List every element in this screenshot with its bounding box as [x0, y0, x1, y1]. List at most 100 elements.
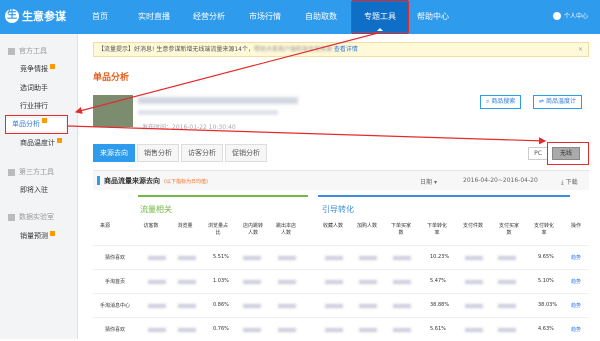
section-title-text: 商品流量来源去向: [104, 177, 160, 185]
lab-icon: [8, 213, 15, 221]
section-marker: [97, 176, 100, 185]
nav-realtime[interactable]: 实时直播: [138, 0, 170, 34]
pc-toggle[interactable]: PC: [528, 147, 548, 160]
row-pv-share: 0.76%: [213, 326, 229, 332]
table-row: 手淘首页 1.03% 5.47% 5.10% 趋势: [93, 269, 589, 293]
blurred-value: [278, 280, 296, 284]
logo[interactable]: 生 生意参谋: [5, 8, 66, 24]
sidebar-item-forecast[interactable]: 销量预测: [20, 231, 55, 241]
analysis-tabs: 来源去向 销售分析 访客分析 促销分析: [93, 144, 269, 162]
annotation-box-sidebar: [5, 115, 68, 134]
publish-time: 发布时间：2016-01-22 10:30:40: [142, 124, 236, 131]
blurred-value: [178, 304, 196, 308]
new-badge-icon: [57, 138, 62, 143]
trend-link[interactable]: 趋势: [571, 278, 581, 285]
close-icon[interactable]: ×: [578, 43, 583, 56]
sidebar-item-coming[interactable]: 即将入驻: [20, 185, 48, 195]
download-icon: ⤓: [561, 179, 564, 186]
col-header-order-rate[interactable]: 下单转化率: [425, 223, 449, 237]
col-header-pay-items[interactable]: 支付件数: [462, 223, 484, 230]
blurred-value: [278, 256, 296, 260]
row-order-rate: 5.47%: [430, 278, 446, 284]
col-header-visitors[interactable]: 访客数: [140, 223, 162, 230]
group-label-conversion: 引导转化: [322, 205, 354, 214]
row-pay-rate: 5.10%: [538, 278, 554, 284]
top-nav: 生 生意参谋 首页 实时直播 经营分析 市场行情 自助取数 专题工具 帮助中心 …: [0, 0, 600, 34]
group-label-traffic: 流量相关: [140, 205, 172, 214]
blurred-value: [465, 304, 483, 308]
section-title: 商品流量来源去向 (以下指标为日均值): [104, 176, 208, 186]
plugin-icon: [8, 168, 15, 176]
sidebar-item-ranking[interactable]: 行业排行: [20, 101, 48, 111]
blurred-value: [498, 256, 516, 260]
blurred-value: [178, 256, 196, 260]
tab-promotion[interactable]: 促销分析: [225, 144, 267, 162]
date-range[interactable]: 2016-04-20~2016-04-20: [463, 177, 538, 184]
trend-link[interactable]: 趋势: [571, 326, 581, 333]
nav-business-analysis[interactable]: 经营分析: [193, 0, 225, 34]
sidebar-item-keyword[interactable]: 选词助手: [20, 83, 48, 93]
button-label: 商品温度计: [545, 98, 576, 105]
sidebar-group-lab: 数据实验室: [8, 212, 54, 222]
user-menu[interactable]: 个人中心: [552, 11, 588, 20]
download-button[interactable]: ⤓ 下载: [561, 177, 578, 187]
logo-icon: 生: [5, 9, 19, 23]
blurred-value: [359, 256, 377, 260]
flow-section-header: 商品流量来源去向 (以下指标为日均值) 日期 ▾ 2016-04-20~2016-…: [93, 170, 589, 190]
blurred-value: [325, 328, 343, 332]
col-header-action: 操作: [570, 223, 581, 229]
col-header-order-buyers[interactable]: 下单买家数: [390, 223, 412, 237]
product-title-blurred: [138, 97, 298, 104]
notice-bar: 【流量提示】好消息! 生意参谋新增无线端流量来源14个，帮助大家商户端和淘宝宝来…: [93, 42, 589, 57]
col-header-pay-buyers[interactable]: 支付买家数: [498, 223, 520, 237]
col-header-bounce[interactable]: 跳出本店人数: [275, 223, 297, 237]
sidebar-group-official: 官方工具: [8, 46, 47, 56]
col-header-pv-share[interactable]: 浏览量占比: [206, 223, 230, 237]
notice-link[interactable]: 查看详情: [334, 46, 358, 53]
page-title: 单品分析: [93, 73, 130, 83]
blurred-value: [465, 328, 483, 332]
col-header-pay-rate[interactable]: 支付转化率: [533, 223, 555, 237]
row-pv-share: 5.51%: [213, 254, 229, 260]
notice-text: 【流量提示】好消息! 生意参谋新增无线端流量来源14个，: [98, 46, 254, 53]
nav-self-service[interactable]: 自助取数: [305, 0, 337, 34]
row-order-rate: 38.88%: [430, 302, 450, 308]
nav-market[interactable]: 市场行情: [249, 0, 281, 34]
col-header-favorites[interactable]: 收藏人数: [322, 223, 344, 230]
blurred-value: [278, 304, 296, 308]
row-pv-share: 0.86%: [213, 302, 229, 308]
annotation-box-nav: [351, 1, 409, 33]
download-label: 下载: [565, 179, 578, 186]
user-icon: [552, 11, 561, 20]
tab-visitors[interactable]: 访客分析: [181, 144, 223, 162]
new-badge-icon: [50, 64, 55, 69]
sidebar-group-thirdparty: 第三方工具: [8, 167, 54, 177]
blurred-value: [325, 256, 343, 260]
tools-icon: [8, 47, 15, 55]
trend-link[interactable]: 趋势: [571, 254, 581, 261]
notice-hidden-text: 帮助大家商户端和淘宝宝来源: [253, 46, 332, 53]
nav-home[interactable]: 首页: [92, 0, 108, 34]
sidebar-group-label: 官方工具: [19, 47, 47, 55]
date-label: 日期 ▾: [420, 177, 437, 186]
blurred-value: [148, 256, 166, 260]
blurred-value: [465, 256, 483, 260]
sidebar-item-thermometer[interactable]: 商品温度计: [20, 138, 62, 148]
sidebar-item-label: 销量预测: [20, 232, 48, 240]
blurred-value: [359, 280, 377, 284]
table-row: 猜你喜欢 5.51% 10.23% 9.65% 趋势: [93, 245, 589, 269]
blurred-value: [498, 280, 516, 284]
thermometer-button[interactable]: ⇌ 商品温度计: [533, 95, 582, 109]
tab-source[interactable]: 来源去向: [93, 144, 135, 162]
group-line-conversion: [318, 195, 570, 197]
product-image: [93, 95, 133, 127]
trend-link[interactable]: 趋势: [571, 302, 581, 309]
tab-sales[interactable]: 销售分析: [137, 144, 179, 162]
nav-help[interactable]: 帮助中心: [417, 0, 449, 34]
sidebar-item-competition[interactable]: 竞争情报: [20, 64, 55, 74]
annotation-box-wireless: [547, 142, 589, 165]
col-header-pageviews[interactable]: 浏览量: [174, 223, 196, 230]
col-header-inner-jump[interactable]: 店内跳转人数: [242, 223, 264, 237]
col-header-add-cart[interactable]: 加购人数: [356, 223, 378, 230]
product-search-button[interactable]: ⌕ 商品搜索: [480, 95, 522, 109]
